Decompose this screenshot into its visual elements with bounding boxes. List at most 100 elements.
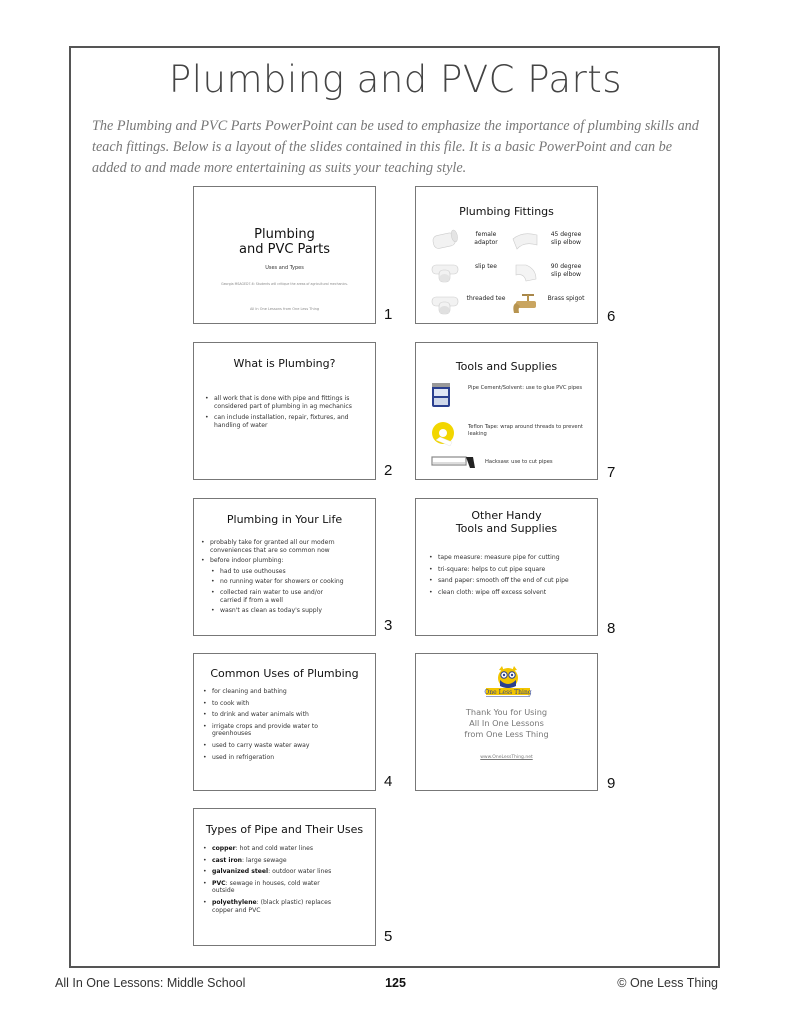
slide-thumbnail-1: Plumbing and PVC Parts Uses and Types Ge… [193, 186, 376, 324]
pipe-desc: : large sewage [242, 856, 287, 864]
pipe-desc: : outdoor water lines [268, 868, 332, 876]
bullet: can include installation, repair, fixtur… [204, 414, 364, 429]
slide-thumbnail-7: Tools and Supplies Pipe Cement/Solvent: … [415, 342, 598, 480]
slide-thumbnail-5: Types of Pipe and Their Uses copper: hot… [193, 808, 376, 946]
pipe-term: polyethylene [212, 898, 257, 906]
teflon-tape-icon [432, 422, 454, 447]
pipe-desc: : hot and cold water lines [235, 845, 314, 852]
sub-bullet: had to use outhouses [210, 568, 370, 576]
fitting-item: slip tee [426, 259, 506, 289]
pipe-term: PVC [212, 879, 226, 887]
45-degree-elbow-icon [512, 233, 538, 250]
slide-8-title-line1: Other Handy [471, 509, 542, 522]
slide-9-thanks: Thank You for Using All In One Lessons f… [416, 707, 597, 740]
fitting-item: 90 degree slip elbow [506, 259, 586, 289]
pipe-term: copper [212, 845, 236, 852]
slide-number: 2 [384, 462, 393, 479]
bullet: sand paper: smooth off the end of cut pi… [428, 577, 596, 585]
slide-4-title: Common Uses of Plumbing [210, 667, 359, 680]
intro-paragraph: The Plumbing and PVC Parts PowerPoint ca… [92, 118, 699, 176]
slide-5-title: Types of Pipe and Their Uses [205, 823, 364, 836]
slide-7-title: Tools and Supplies [455, 360, 558, 373]
tool-item: Hacksaw: use to cut pipes [431, 455, 591, 479]
slide-2-bullets: all work that is done with pipe and fitt… [204, 395, 364, 433]
fitting-label: 90 degree slip elbow [550, 263, 582, 278]
fitting-label: female adaptor [474, 231, 498, 246]
slide-8-title-line2: Tools and Supplies [455, 522, 558, 535]
slide-5-bullets: copper: hot and cold water lines cast ir… [202, 845, 370, 918]
thanks-line: All In One Lessons [469, 718, 544, 728]
fitting-item: threaded tee [426, 291, 506, 321]
slide-2-title: What is Plumbing? [233, 357, 336, 370]
bullet: irrigate crops and provide water to gree… [202, 723, 342, 738]
fitting-label: 45 degree slip elbow [550, 231, 582, 246]
tool-item: Pipe Cement/Solvent: use to glue PVC pip… [430, 381, 590, 409]
slide-number: 6 [607, 308, 616, 325]
pipe-term: cast iron [212, 856, 243, 864]
tool-label: Pipe Cement/Solvent: use to glue PVC pip… [468, 385, 583, 391]
fitting-label: slip tee [475, 263, 497, 270]
slide-thumbnail-9: One Less Thing Thank You for Using All I… [415, 653, 598, 791]
slide-8-bullets: tape measure: measure pipe for cutting t… [428, 554, 596, 600]
slide-thumbnail-4: Common Uses of Plumbing for cleaning and… [193, 653, 376, 791]
slide-4-bullets: for cleaning and bathing to cook with to… [202, 688, 370, 765]
slide-number: 8 [607, 620, 616, 637]
slide-1-footer: All In One Lessons from One Less Thing [249, 307, 320, 311]
bullet: used in refrigeration [202, 754, 370, 762]
pipe-type-item: galvanized steel: outdoor water lines [202, 868, 370, 876]
pipe-type-item: polyethylene: (black plastic) replaces c… [202, 899, 352, 914]
slide-1-standard: Georgia MSAGED7-6: Students will critiqu… [221, 282, 348, 286]
pipe-cement-can-icon [432, 383, 450, 407]
fitting-item: 45 degree slip elbow [506, 227, 586, 257]
bullet: before indoor plumbing: [200, 557, 370, 565]
slip-tee-icon [431, 264, 459, 283]
fitting-label: Brass spigot [547, 295, 585, 302]
sub-bullet: collected rain water to use and/or carri… [210, 589, 340, 604]
page-frame [69, 46, 720, 968]
tool-item: Teflon Tape: wrap around threads to prev… [430, 420, 590, 448]
slide-8-title: Other Handy Tools and Supplies [416, 509, 597, 535]
sub-bullet: no running water for showers or cooking [210, 578, 370, 586]
pipe-type-item: cast iron: large sewage [202, 857, 370, 865]
sub-bullet: wasn't as clean as today's supply [210, 607, 370, 615]
slide-number: 9 [607, 775, 616, 792]
bullet: all work that is done with pipe and fitt… [204, 395, 364, 410]
slide-1-title-line1: Plumbing [254, 227, 315, 242]
slide-thumbnail-2: What is Plumbing? all work that is done … [193, 342, 376, 480]
threaded-tee-icon [431, 296, 459, 315]
tool-label: Hacksaw: use to cut pipes [485, 459, 553, 465]
fitting-label: threaded tee [466, 295, 506, 302]
slide-number: 7 [607, 464, 616, 481]
fitting-item: female adaptor [426, 227, 506, 257]
slide-6-title: Plumbing Fittings [459, 205, 554, 218]
bullet: tape measure: measure pipe for cutting [428, 554, 596, 562]
bullet: to cook with [202, 700, 370, 708]
thanks-line: from One Less Thing [464, 729, 549, 739]
website-link[interactable]: www.OneLessThing.net [416, 755, 597, 760]
hacksaw-icon [431, 456, 475, 468]
footer-copyright: © One Less Thing [617, 976, 718, 990]
bullet: to drink and water animals with [202, 711, 370, 719]
pipe-desc: : sewage in houses, cold water outside [212, 879, 320, 895]
fitting-item: Brass spigot [506, 291, 586, 321]
brass-spigot-icon [513, 294, 536, 313]
slide-3-title: Plumbing in Your Life [226, 513, 343, 526]
slide-number: 1 [384, 306, 393, 323]
slide-number: 5 [384, 928, 393, 945]
pipe-term: galvanized steel [212, 868, 269, 876]
bullet: tri-square: helps to cut pipe square [428, 566, 596, 574]
female-adaptor-icon [432, 229, 458, 249]
slide-1-title-line2: and PVC Parts [239, 242, 330, 257]
90-degree-elbow-icon [515, 264, 537, 282]
bullet: used to carry waste water away [202, 742, 370, 750]
thanks-line: Thank You for Using [465, 707, 548, 717]
logo-text: One Less Thing [484, 689, 531, 696]
bullet: probably take for granted all our modern… [200, 539, 370, 554]
slide-number: 4 [384, 773, 393, 790]
bullet: for cleaning and bathing [202, 688, 370, 696]
slide-thumbnail-3: Plumbing in Your Life probably take for … [193, 498, 376, 636]
slide-3-bullets: probably take for granted all our modern… [200, 539, 370, 618]
pipe-type-item: PVC: sewage in houses, cold water outsid… [202, 880, 342, 895]
slide-thumbnail-6: Plumbing Fittings female adaptor 45 degr… [415, 186, 598, 324]
bullet: clean cloth: wipe off excess solvent [428, 589, 596, 597]
